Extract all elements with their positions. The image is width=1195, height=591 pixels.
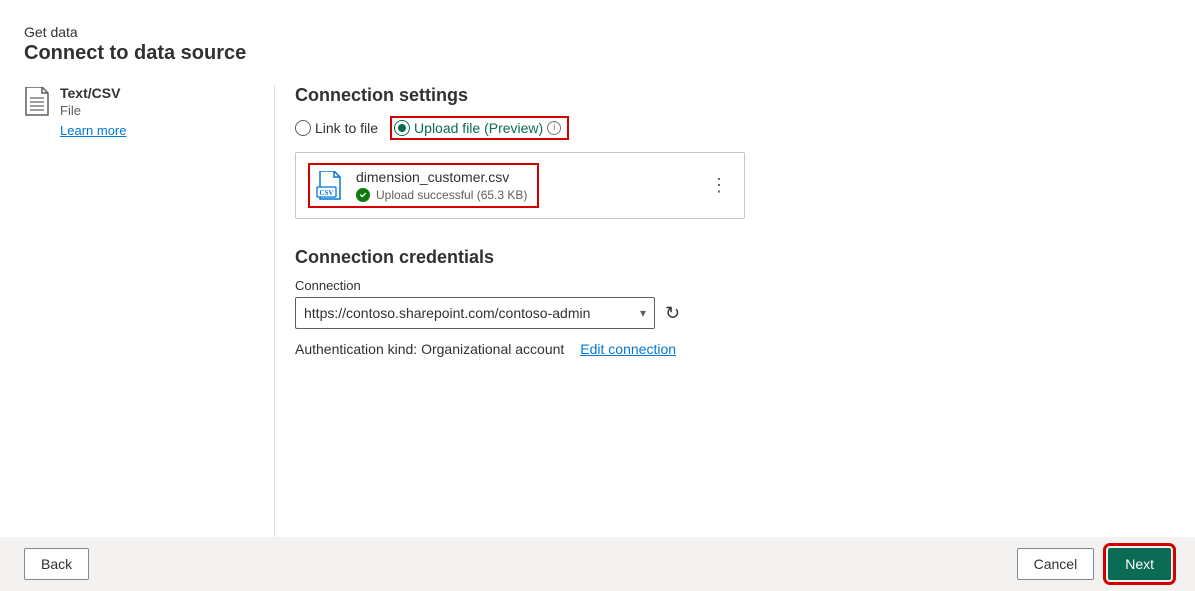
- highlight-box: CSV dimension_customer.csv Upload succes…: [308, 163, 539, 208]
- learn-more-link[interactable]: Learn more: [60, 123, 126, 138]
- radio-link-to-file[interactable]: Link to file: [295, 120, 378, 136]
- breadcrumb: Get data: [24, 24, 1171, 40]
- success-check-icon: [356, 188, 370, 202]
- vertical-divider: [274, 85, 275, 591]
- connector-subtitle: File: [60, 103, 126, 118]
- cancel-button[interactable]: Cancel: [1017, 548, 1095, 580]
- chevron-down-icon: ▾: [640, 306, 646, 320]
- connection-credentials-heading: Connection credentials: [295, 247, 1171, 268]
- radio-link-label: Link to file: [315, 120, 378, 136]
- connection-field-label: Connection: [295, 278, 1171, 293]
- connection-select-value: https://contoso.sharepoint.com/contoso-a…: [304, 305, 590, 321]
- connector-summary: Text/CSV File Learn more: [24, 85, 254, 591]
- svg-text:CSV: CSV: [319, 189, 333, 197]
- edit-connection-link[interactable]: Edit connection: [580, 341, 676, 357]
- connector-title: Text/CSV: [60, 85, 126, 101]
- file-source-radio-group: Link to file Upload file (Preview) i: [295, 116, 1171, 140]
- uploaded-file-name: dimension_customer.csv: [356, 169, 527, 185]
- radio-icon: [394, 120, 410, 136]
- info-icon[interactable]: i: [547, 121, 561, 135]
- csv-file-icon: CSV: [316, 171, 342, 201]
- connection-settings-heading: Connection settings: [295, 85, 1171, 106]
- radio-upload-label: Upload file (Preview): [414, 120, 543, 136]
- refresh-icon[interactable]: ↻: [665, 303, 680, 324]
- highlight-box: Upload file (Preview) i: [390, 116, 569, 140]
- file-more-menu-icon[interactable]: ⋮: [706, 182, 732, 189]
- radio-upload-file[interactable]: Upload file (Preview) i: [394, 120, 561, 136]
- connection-select[interactable]: https://contoso.sharepoint.com/contoso-a…: [295, 297, 655, 329]
- dialog-footer: Back Cancel Next: [0, 537, 1195, 591]
- upload-status-text: Upload successful (65.3 KB): [376, 188, 527, 202]
- file-icon: [24, 87, 50, 117]
- page-title: Connect to data source: [24, 42, 1171, 65]
- uploaded-file-card: CSV dimension_customer.csv Upload succes…: [295, 152, 745, 219]
- radio-icon: [295, 120, 311, 136]
- back-button[interactable]: Back: [24, 548, 89, 580]
- auth-kind-text: Authentication kind: Organizational acco…: [295, 341, 564, 357]
- next-button[interactable]: Next: [1108, 548, 1171, 580]
